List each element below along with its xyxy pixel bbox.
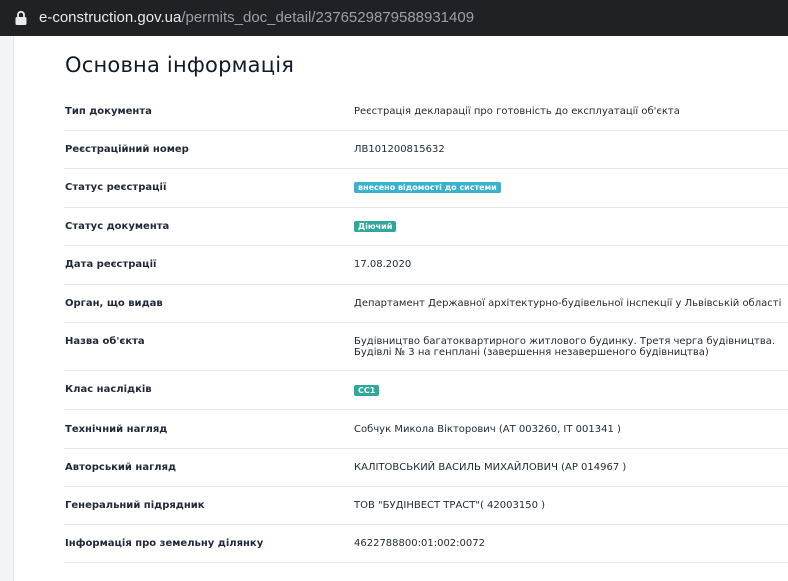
- row-value: КАЛІТОВСЬКИЙ ВАСИЛЬ МИХАЙЛОВИЧ (АР 01496…: [354, 462, 627, 473]
- row-label: Технічний нагляд: [65, 424, 168, 435]
- row-label: Статус документа: [65, 221, 170, 232]
- row-value: Діючий: [354, 221, 788, 233]
- row-label: Інформація про земельну ділянку: [65, 538, 264, 549]
- row-value: Реєстрація декларації про готовність до …: [354, 106, 680, 117]
- info-row-registration-number: Реєстраційний номер ЛВ101200815632: [64, 131, 788, 169]
- page-left-edge: [0, 36, 14, 581]
- row-value: ТОВ "БУДІНВЕСТ ТРАСТ"( 42003150 ): [354, 500, 546, 511]
- info-row-consequence-class: Клас наслідків СС1: [64, 371, 788, 410]
- info-row-registration-date: Дата реєстрації 17.08.2020: [64, 246, 788, 285]
- info-row-issuing-authority: Орган, що видав Департамент Державної ар…: [64, 285, 788, 323]
- info-row-object-name: Назва об'єкта Будівництво багатоквартирн…: [64, 323, 788, 371]
- url-path: /permits_doc_detail/2376529879588931409: [181, 9, 475, 26]
- row-value: 17.08.2020: [354, 259, 412, 270]
- status-badge: внесено відомості до системи: [354, 182, 501, 193]
- row-label: Реєстраційний номер: [65, 144, 189, 155]
- info-row-author-supervision: Авторський нагляд КАЛІТОВСЬКИЙ ВАСИЛЬ МИ…: [64, 449, 788, 487]
- class-badge: СС1: [354, 385, 380, 396]
- row-value: Будівництво багатоквартирного житлового …: [354, 336, 776, 358]
- row-value: Департамент Державної архітектурно-будів…: [354, 298, 782, 309]
- url-host: e-construction.gov.ua: [39, 9, 182, 26]
- row-value: ЛВ101200815632: [354, 144, 445, 155]
- row-label: Авторський нагляд: [65, 462, 177, 473]
- row-value: Собчук Микола Вікторович (АТ 003260, ІТ …: [354, 424, 621, 435]
- lock-icon[interactable]: [14, 10, 28, 26]
- row-value: внесено відомості до системи: [354, 182, 788, 194]
- main-content: Основна інформація Тип документа Реєстра…: [14, 36, 788, 581]
- info-row-general-contractor: Генеральний підрядник ТОВ "БУДІНВЕСТ ТРА…: [64, 487, 788, 525]
- browser-address-bar[interactable]: e-construction.gov.ua/permits_doc_detail…: [0, 0, 788, 36]
- row-value: 4622788800:01:002:0072: [354, 538, 485, 549]
- row-label: Тип документа: [65, 106, 152, 117]
- info-row-land-plot: Інформація про земельну ділянку 46227888…: [64, 525, 788, 563]
- row-label: Клас наслідків: [65, 384, 152, 395]
- info-table: Тип документа Реєстрація декларації про …: [64, 92, 788, 563]
- row-label: Дата реєстрації: [65, 259, 157, 270]
- row-value: СС1: [354, 385, 788, 397]
- url-text[interactable]: e-construction.gov.ua/permits_doc_detail…: [39, 9, 474, 27]
- row-label: Орган, що видав: [65, 298, 163, 309]
- info-row-technical-supervision: Технічний нагляд Собчук Микола Вікторови…: [64, 410, 788, 449]
- row-label: Генеральний підрядник: [65, 500, 205, 511]
- row-label: Назва об'єкта: [65, 336, 145, 347]
- info-row-registration-status: Статус реєстрації внесено відомості до с…: [64, 169, 788, 208]
- page-title: Основна інформація: [65, 53, 295, 77]
- info-row-document-status: Статус документа Діючий: [64, 208, 788, 246]
- info-row-document-type: Тип документа Реєстрація декларації про …: [64, 92, 788, 131]
- row-label: Статус реєстрації: [65, 182, 167, 193]
- status-badge: Діючий: [354, 221, 397, 232]
